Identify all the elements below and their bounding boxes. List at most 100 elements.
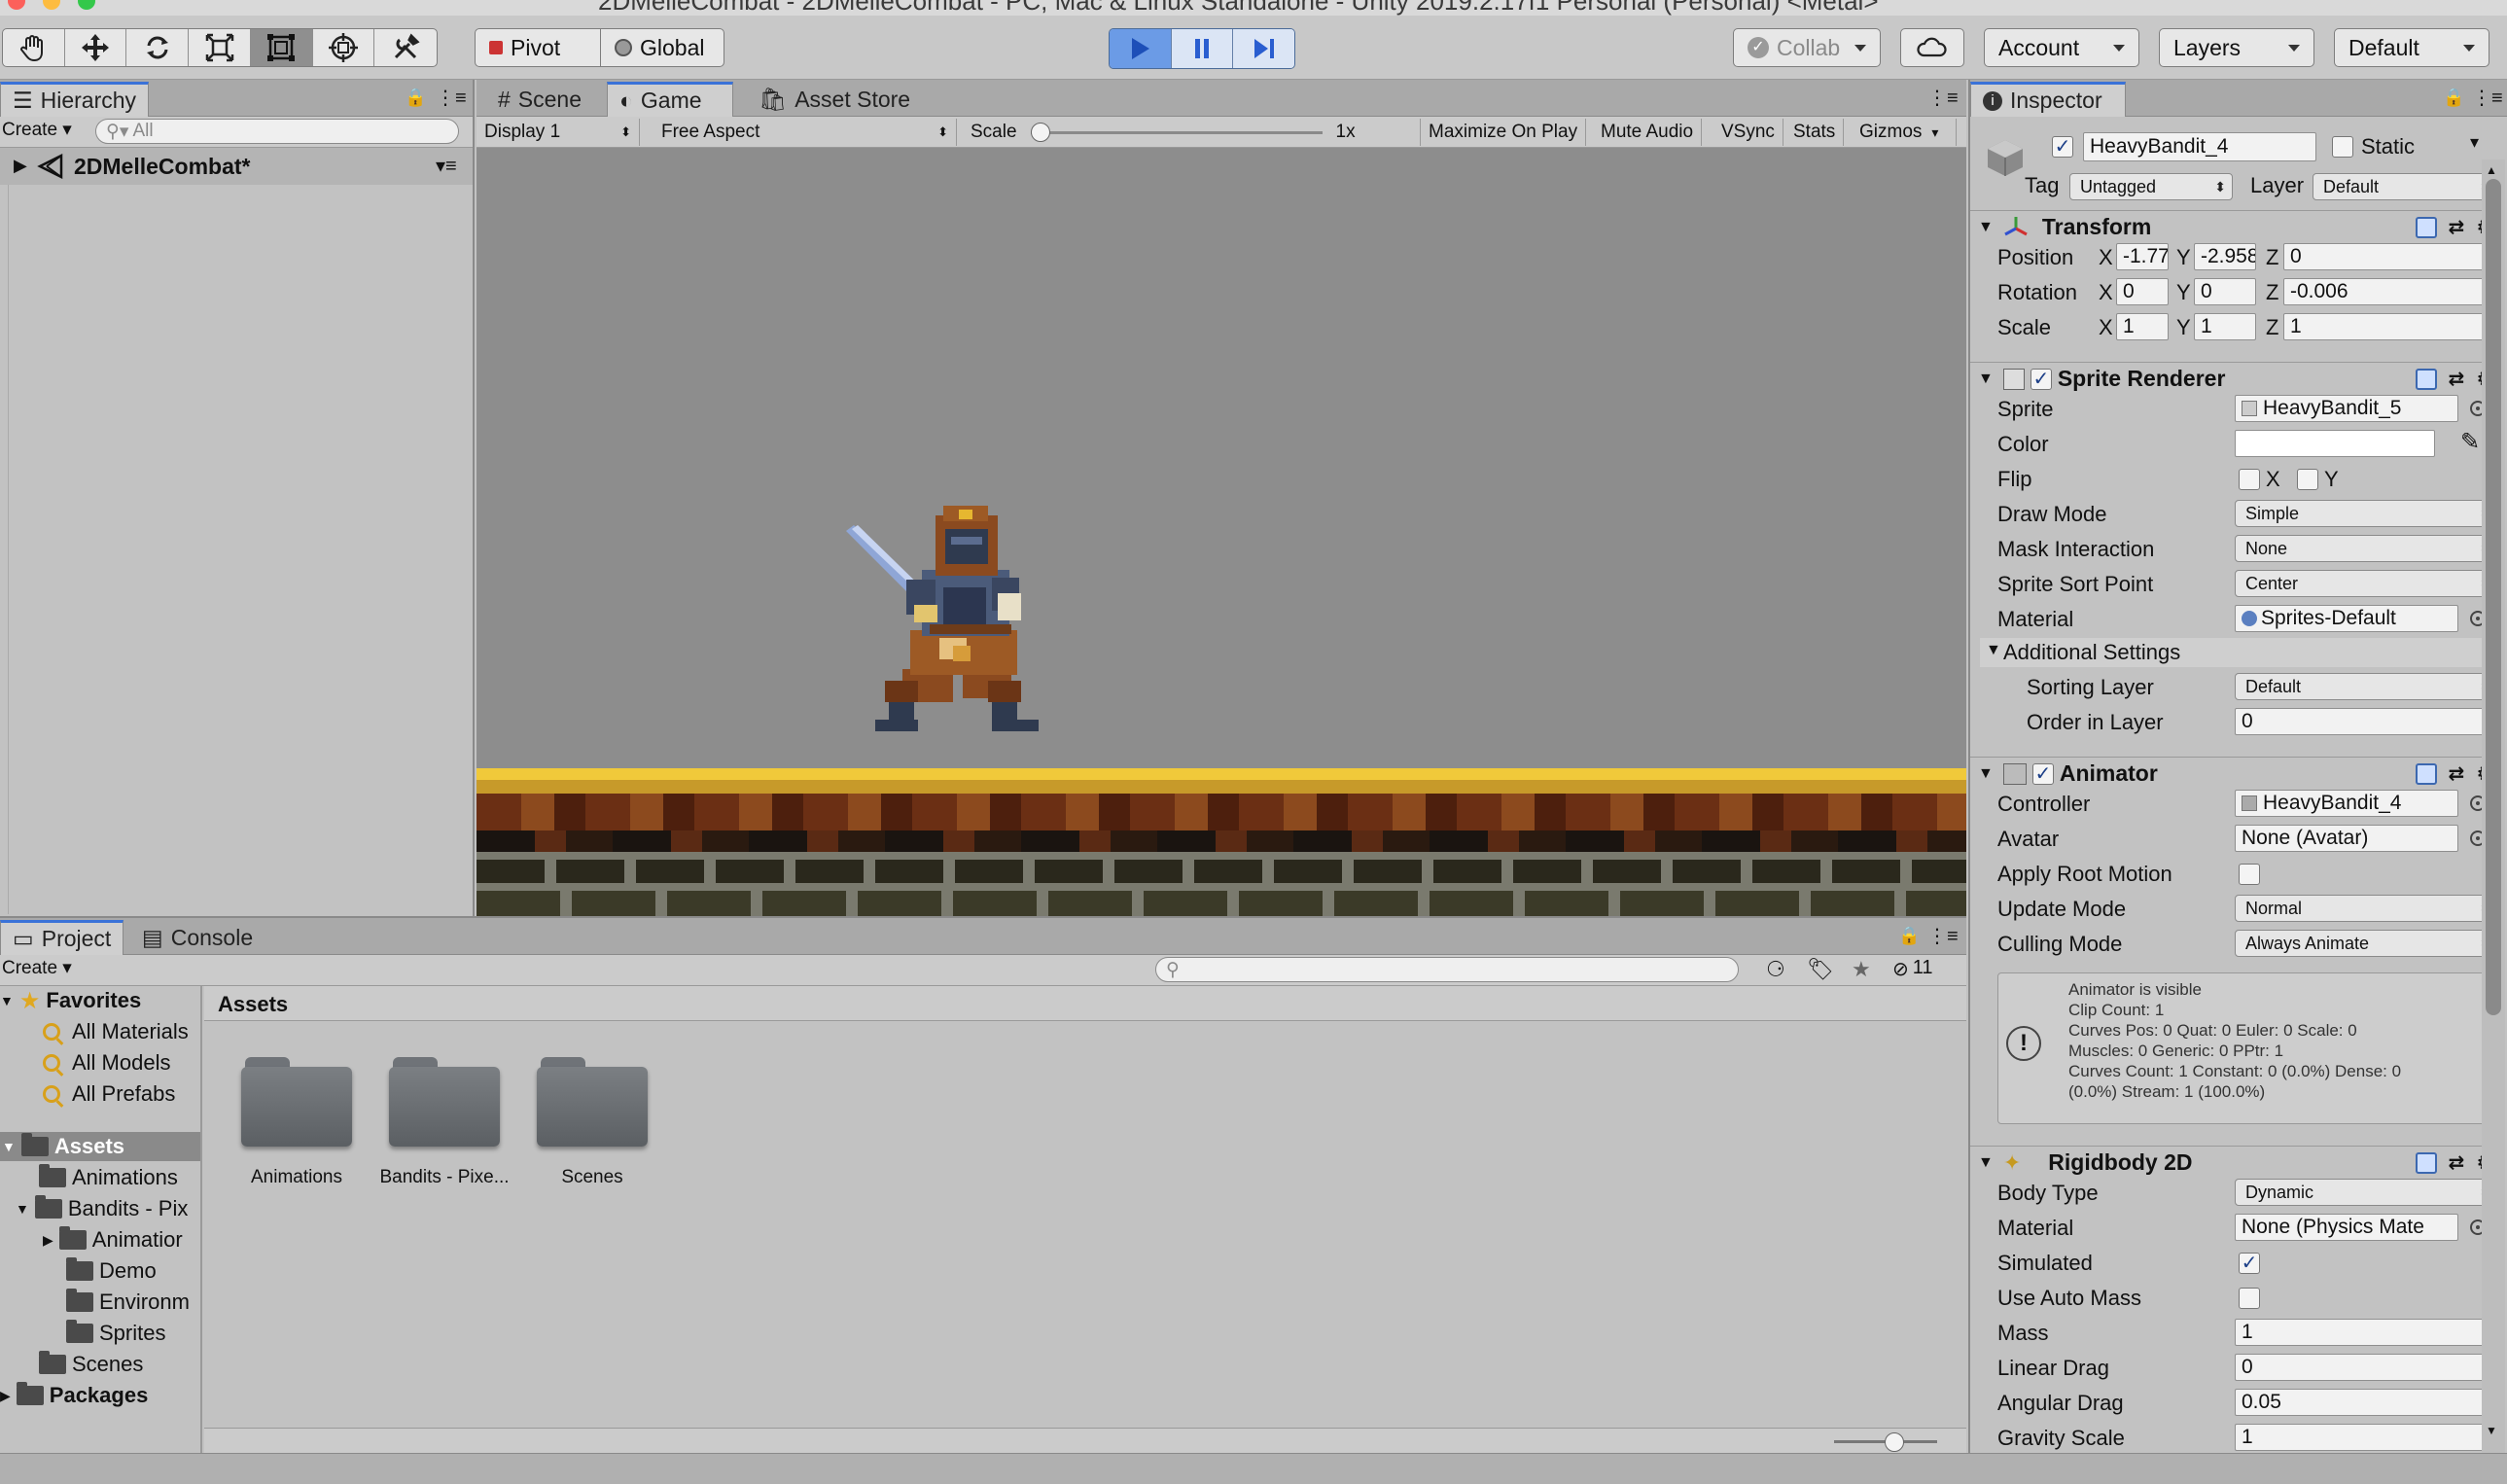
linear-drag-field[interactable]: 0	[2235, 1354, 2497, 1381]
gravity-scale-field[interactable]: 1	[2235, 1424, 2497, 1451]
tab-scene[interactable]: # Scene	[486, 82, 593, 117]
maximize-on-play-toggle[interactable]: Maximize On Play	[1420, 119, 1587, 146]
rotation-x-field[interactable]: 0	[2116, 278, 2169, 305]
scale-x-field[interactable]: 1	[2116, 313, 2169, 340]
avatar-object-field[interactable]: None (Avatar)	[2235, 825, 2458, 852]
foldout-arrow-icon[interactable]: ▼	[1978, 765, 1994, 783]
account-dropdown[interactable]: Account	[1984, 28, 2139, 67]
preset-icon[interactable]: ⇄	[2449, 367, 2465, 391]
draw-mode-dropdown[interactable]: Simple	[2235, 500, 2497, 527]
layout-dropdown[interactable]: Default	[2334, 28, 2489, 67]
favorites-header[interactable]: ▼ ★ Favorites	[0, 986, 141, 1015]
hand-tool-button[interactable]	[3, 29, 65, 66]
expand-arrow-icon[interactable]: ▶	[14, 156, 27, 176]
tab-console[interactable]: ▤ Console	[130, 920, 265, 955]
transform-header[interactable]: ▼ Transform ⇄ ⚙	[1970, 210, 2505, 243]
body-type-dropdown[interactable]: Dynamic	[2235, 1179, 2497, 1206]
additional-settings-foldout[interactable]: ▼ Additional Settings	[1980, 638, 2497, 667]
gizmos-dropdown[interactable]: Gizmos ▾	[1852, 119, 1957, 146]
game-panel-menu-icon[interactable]: ⋮≡	[1927, 86, 1959, 110]
layer-dropdown[interactable]: Default	[2313, 173, 2497, 200]
position-z-field[interactable]: 0	[2283, 243, 2495, 270]
tree-folder[interactable]: Animations	[39, 1163, 178, 1192]
mass-field[interactable]: 1	[2235, 1319, 2497, 1346]
play-button[interactable]	[1110, 29, 1172, 68]
object-name-field[interactable]: HeavyBandit_4	[2083, 132, 2316, 161]
sprite-renderer-enabled-checkbox[interactable]: ✓	[2030, 368, 2052, 390]
close-window-icon[interactable]	[8, 0, 25, 10]
favorite-item[interactable]: All Prefabs	[43, 1079, 175, 1109]
pivot-toggle[interactable]: Pivot	[475, 28, 601, 67]
static-dropdown-icon[interactable]: ▾	[2470, 132, 2479, 153]
animator-header[interactable]: ▼ ✓ Animator ⇄ ⚙	[1970, 757, 2505, 790]
help-book-icon[interactable]	[2415, 762, 2437, 785]
sprite-sort-point-dropdown[interactable]: Center	[2235, 570, 2497, 597]
position-y-field[interactable]: -2.958	[2194, 243, 2256, 270]
order-in-layer-field[interactable]: 0	[2235, 708, 2497, 735]
scale-slider[interactable]	[1030, 123, 1323, 142]
inspector-scrollbar[interactable]: ▲ ▼	[2482, 159, 2505, 1453]
cloud-button[interactable]	[1900, 28, 1964, 67]
rect-tool-button[interactable]	[250, 29, 313, 66]
tab-hierarchy[interactable]: ☰ Hierarchy	[0, 82, 150, 117]
help-book-icon[interactable]	[2415, 216, 2437, 238]
project-menu-icon[interactable]: ⋮≡	[1927, 924, 1959, 948]
minimize-window-icon[interactable]	[43, 0, 60, 10]
foldout-arrow-icon[interactable]: ▼	[1978, 371, 1994, 388]
flip-y-checkbox[interactable]	[2297, 469, 2318, 490]
sprite-renderer-header[interactable]: ▼ ✓ Sprite Renderer ⇄ ⚙	[1970, 362, 2505, 395]
icon-size-slider-thumb[interactable]	[1885, 1432, 1904, 1452]
rotate-tool-button[interactable]	[126, 29, 190, 66]
simulated-checkbox[interactable]: ✓	[2239, 1253, 2260, 1274]
animator-enabled-checkbox[interactable]: ✓	[2031, 762, 2054, 785]
mute-audio-toggle[interactable]: Mute Audio	[1593, 119, 1703, 146]
tab-game[interactable]: ◐ Game	[607, 82, 733, 117]
rotation-y-field[interactable]: 0	[2194, 278, 2256, 305]
favorite-item[interactable]: All Models	[43, 1048, 170, 1078]
culling-mode-dropdown[interactable]: Always Animate	[2235, 930, 2497, 957]
pause-button[interactable]	[1171, 29, 1234, 68]
tab-project[interactable]: ▭ Project	[0, 920, 124, 955]
preset-icon[interactable]: ⇄	[2449, 215, 2465, 239]
preset-icon[interactable]: ⇄	[2449, 761, 2465, 786]
scale-z-field[interactable]: 1	[2283, 313, 2495, 340]
tree-folder[interactable]: Scenes	[39, 1350, 143, 1379]
aspect-dropdown[interactable]: Free Aspect ⬍	[653, 119, 957, 146]
flip-x-checkbox[interactable]	[2239, 469, 2260, 490]
tag-dropdown[interactable]: Untagged	[2069, 173, 2233, 200]
foldout-arrow-icon[interactable]: ▼	[1978, 219, 1994, 236]
scrollbar-thumb[interactable]	[2486, 179, 2501, 1015]
project-search-input[interactable]: ⚲	[1155, 957, 1739, 982]
assets-root[interactable]: ▼ Assets	[0, 1132, 200, 1161]
project-create-button[interactable]: Create ▾	[2, 957, 72, 979]
hierarchy-create-button[interactable]: Create ▾	[2, 119, 72, 141]
hierarchy-search-input[interactable]: ⚲▾ All	[95, 119, 459, 144]
physics-material-field[interactable]: None (Physics Mate	[2235, 1214, 2458, 1241]
stats-toggle[interactable]: Stats	[1785, 119, 1845, 146]
asset-folder-bandits[interactable]	[389, 1057, 500, 1147]
tree-folder[interactable]: ▶ Animatior	[43, 1225, 202, 1254]
inspector-lock-icon[interactable]: 🔒	[2443, 88, 2464, 108]
favorite-item[interactable]: All Materials	[43, 1017, 189, 1046]
move-tool-button[interactable]	[65, 29, 127, 66]
breadcrumb-assets[interactable]: Assets	[218, 992, 288, 1017]
favorite-star-icon[interactable]: ★	[1852, 957, 1871, 982]
packages-root[interactable]: ▶ Packages	[0, 1381, 148, 1410]
global-toggle[interactable]: Global	[600, 28, 724, 67]
update-mode-dropdown[interactable]: Normal	[2235, 895, 2497, 922]
tree-folder[interactable]: ▼ Bandits - Pix	[16, 1194, 202, 1223]
filter-type-icon[interactable]: ⚆	[1766, 957, 1785, 982]
panel-menu-icon[interactable]: ⋮≡	[436, 86, 467, 110]
use-auto-mass-checkbox[interactable]	[2239, 1288, 2260, 1309]
scroll-up-icon[interactable]: ▲	[2486, 163, 2501, 177]
lock-icon[interactable]: 🔒	[405, 88, 426, 108]
preset-icon[interactable]: ⇄	[2449, 1150, 2465, 1175]
position-x-field[interactable]: -1.777	[2116, 243, 2169, 270]
scene-row[interactable]: ▶ 2DMelleCombat* ▾≡	[0, 148, 473, 185]
slider-thumb[interactable]	[1030, 123, 1050, 142]
apply-root-motion-checkbox[interactable]	[2239, 864, 2260, 885]
angular-drag-field[interactable]: 0.05	[2235, 1389, 2497, 1416]
vsync-toggle[interactable]: VSync	[1713, 119, 1783, 146]
hidden-packages-toggle[interactable]: ⊘ 11	[1892, 957, 1933, 981]
sprite-object-field[interactable]: HeavyBandit_5	[2235, 395, 2458, 422]
